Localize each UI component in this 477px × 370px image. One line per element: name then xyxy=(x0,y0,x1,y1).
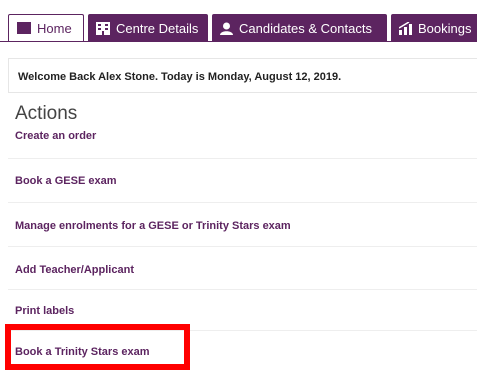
tab-underline xyxy=(0,41,477,42)
welcome-banner: Welcome Back Alex Stone. Today is Monday… xyxy=(8,58,477,93)
divider xyxy=(8,158,477,159)
action-print-labels[interactable]: Print labels xyxy=(15,305,455,317)
tab-candidates-contacts[interactable]: Candidates & Contacts xyxy=(212,14,387,42)
action-create-order[interactable]: Create an order xyxy=(15,130,455,142)
tab-bookings[interactable]: Bookings xyxy=(391,14,477,42)
tab-centre-details[interactable]: Centre Details xyxy=(88,14,208,42)
person-icon xyxy=(220,22,233,35)
divider xyxy=(8,246,477,247)
tab-home[interactable]: Home xyxy=(8,14,84,42)
welcome-message: Welcome Back Alex Stone. Today is Monday… xyxy=(18,71,342,83)
tab-label: Home xyxy=(37,20,72,36)
divider xyxy=(8,289,477,290)
building-icon xyxy=(96,21,110,35)
book-icon xyxy=(17,22,31,34)
action-book-gese-exam[interactable]: Book a GESE exam xyxy=(15,175,455,187)
action-add-teacher-applicant[interactable]: Add Teacher/Applicant xyxy=(15,264,455,276)
action-book-trinity-stars-exam[interactable]: Book a Trinity Stars exam xyxy=(15,346,455,358)
divider xyxy=(8,202,477,203)
main-tab-bar: Home Centre Details Candidates & Contact… xyxy=(0,0,477,42)
divider xyxy=(8,330,477,331)
chart-icon xyxy=(399,21,412,35)
action-manage-enrolments[interactable]: Manage enrolments for a GESE or Trinity … xyxy=(15,220,455,232)
tab-label: Centre Details xyxy=(116,20,199,36)
tab-label: Bookings xyxy=(418,20,472,36)
actions-heading: Actions xyxy=(15,103,78,124)
tab-label: Candidates & Contacts xyxy=(239,20,372,36)
